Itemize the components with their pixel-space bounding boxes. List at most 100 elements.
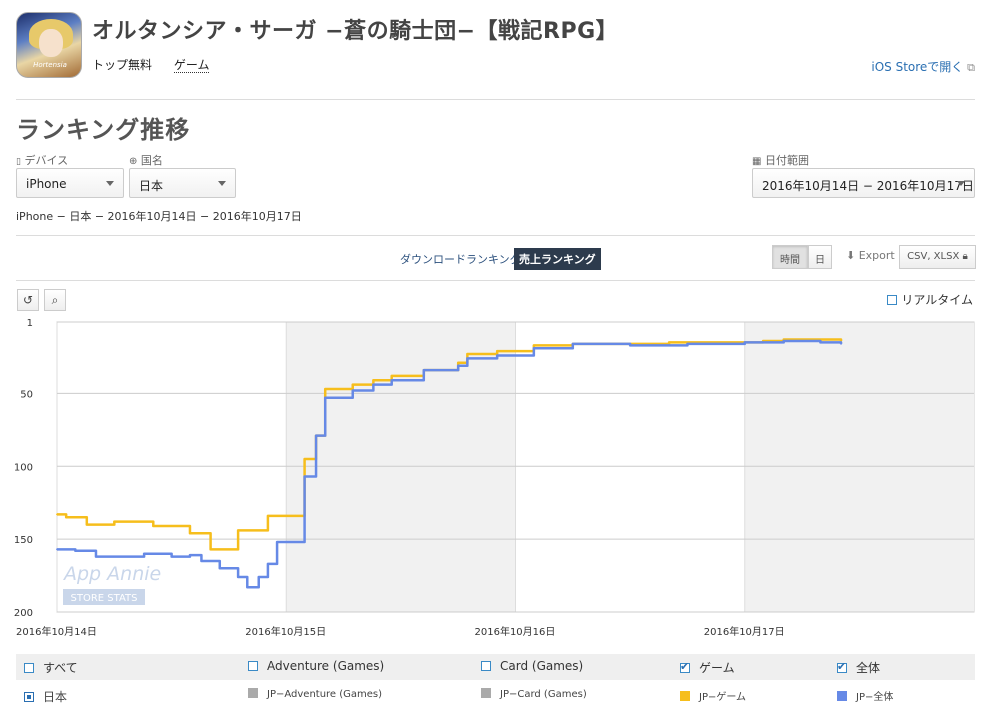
- series-point: [170, 555, 173, 558]
- y-tick-label: 1: [27, 318, 33, 329]
- x-tick-label: 2016年10月16日: [475, 625, 556, 638]
- series-point: [830, 338, 833, 341]
- device-select[interactable]: iPhone: [16, 168, 124, 198]
- legend-filter-item[interactable]: 全体: [837, 659, 880, 676]
- checked-checkbox[interactable]: [680, 660, 690, 673]
- legend-series-item[interactable]: JP−ゲーム: [680, 688, 746, 703]
- checked-checkbox[interactable]: [837, 660, 847, 673]
- series-point: [351, 383, 354, 386]
- section-divider: [16, 235, 975, 236]
- series-point: [143, 552, 146, 555]
- series-point: [571, 342, 574, 345]
- series-point: [422, 369, 425, 371]
- zoom-button[interactable]: ⌕: [44, 289, 66, 311]
- reset-zoom-button[interactable]: ↺: [17, 289, 39, 311]
- app-icon: Hortensia: [16, 12, 82, 78]
- legend-filter-row: すべて Adventure (Games) Card (Games) ゲーム 全体: [16, 654, 975, 680]
- header-divider: [16, 99, 975, 100]
- series-point: [209, 548, 212, 551]
- granularity-day-button[interactable]: 日: [808, 245, 832, 269]
- radio-selected-icon: [24, 692, 34, 702]
- series-point: [372, 383, 375, 386]
- series-point: [324, 396, 327, 399]
- series-point: [246, 586, 249, 589]
- chevron-down-icon: [218, 181, 226, 186]
- filter-summary: iPhone − 日本 − 2016年10月14日 − 2016年10月17日: [16, 210, 302, 223]
- app-title: オルタンシア・サーガ −蒼の騎士団−【戦記RPG】: [92, 19, 619, 44]
- series-point: [496, 354, 499, 357]
- legend-series-item[interactable]: JP−Adventure (Games): [248, 688, 382, 700]
- legend-filter-item[interactable]: Card (Games): [481, 659, 583, 673]
- series-point: [257, 576, 260, 578]
- device-label: ▯ デバイス: [16, 154, 69, 167]
- ios-store-link[interactable]: iOS Storeで開く ⧉: [871, 58, 975, 75]
- series-point: [85, 523, 88, 526]
- legend-filter-item[interactable]: すべて: [24, 659, 78, 676]
- series-point: [267, 563, 269, 565]
- page-title: ランキング推移: [16, 116, 191, 144]
- checkbox[interactable]: [481, 661, 491, 671]
- legend-series-item[interactable]: JP−全体: [837, 688, 893, 703]
- series-point: [351, 389, 354, 392]
- series-point: [324, 388, 327, 390]
- series-point: [390, 379, 393, 382]
- checkbox[interactable]: [248, 661, 258, 671]
- series-point: [819, 341, 822, 344]
- app-genre-link[interactable]: ゲーム: [173, 58, 210, 73]
- series-point: [237, 576, 240, 578]
- date-range-select[interactable]: 2016年10月14日 − 2016年10月17日: [752, 168, 975, 198]
- granularity-hour-button[interactable]: 時間: [772, 245, 808, 269]
- y-tick-label: 100: [14, 462, 33, 473]
- series-point: [457, 364, 460, 367]
- series-point: [189, 532, 191, 535]
- realtime-toggle[interactable]: リアルタイム: [887, 291, 973, 308]
- series-point: [303, 475, 306, 478]
- legend-series-item[interactable]: JP−Card (Games): [481, 688, 587, 700]
- tab-sales-ranking[interactable]: 売上ランキング: [514, 248, 601, 270]
- series-point: [496, 350, 499, 353]
- app-category: トップ無料: [92, 58, 153, 72]
- series-point: [74, 549, 77, 552]
- y-tick-label: 200: [14, 608, 33, 619]
- series-point: [200, 560, 203, 562]
- legend-series-item[interactable]: 日本: [24, 688, 67, 705]
- checkbox[interactable]: [24, 663, 34, 673]
- series-point: [390, 375, 393, 377]
- series-point: [457, 361, 460, 364]
- date-range-value: 2016年10月14日 − 2016年10月17日: [762, 179, 974, 193]
- export-button[interactable]: ⬇ Export: [846, 249, 895, 262]
- series-point: [189, 554, 191, 557]
- series-point: [56, 548, 58, 551]
- series-point: [801, 340, 803, 342]
- series-point: [276, 541, 278, 543]
- export-label: Export: [858, 249, 895, 262]
- series-point: [152, 525, 155, 527]
- calendar-icon: ▦: [752, 156, 762, 167]
- series-point: [532, 347, 535, 350]
- series-point: [294, 514, 297, 517]
- ranking-chart: 1501001502002016年10月14日 2016年10月15日 2016年1…: [14, 318, 975, 638]
- legend-filter-item[interactable]: ゲーム: [680, 659, 735, 676]
- series-point: [840, 342, 842, 345]
- legend-color-swatch: [481, 688, 491, 698]
- series-point: [668, 344, 670, 347]
- app-icon-face: [39, 29, 63, 57]
- series-point: [56, 513, 58, 516]
- series-point: [218, 567, 221, 570]
- legend-filter-label: すべて: [43, 661, 78, 675]
- legend-filter-item[interactable]: Adventure (Games): [248, 659, 384, 673]
- csv-xlsx-button[interactable]: CSV, XLSX 🔒︎: [899, 245, 976, 269]
- shaded-day-band: [286, 322, 516, 612]
- country-label: ⊕ 国名: [129, 154, 163, 167]
- legend-series-label: JP−Card (Games): [500, 689, 587, 700]
- lock-icon: 🔒︎: [962, 251, 968, 262]
- series-point: [372, 379, 375, 382]
- download-icon: ⬇: [846, 249, 856, 262]
- undo-icon: ↺: [22, 293, 34, 307]
- country-select[interactable]: 日本: [129, 168, 236, 198]
- series-point: [743, 341, 746, 344]
- chevron-down-icon: [106, 181, 114, 186]
- tab-download-ranking[interactable]: ダウンロードランキング: [400, 251, 521, 267]
- app-icon-logo: Hortensia: [33, 61, 67, 69]
- realtime-checkbox[interactable]: [887, 295, 898, 305]
